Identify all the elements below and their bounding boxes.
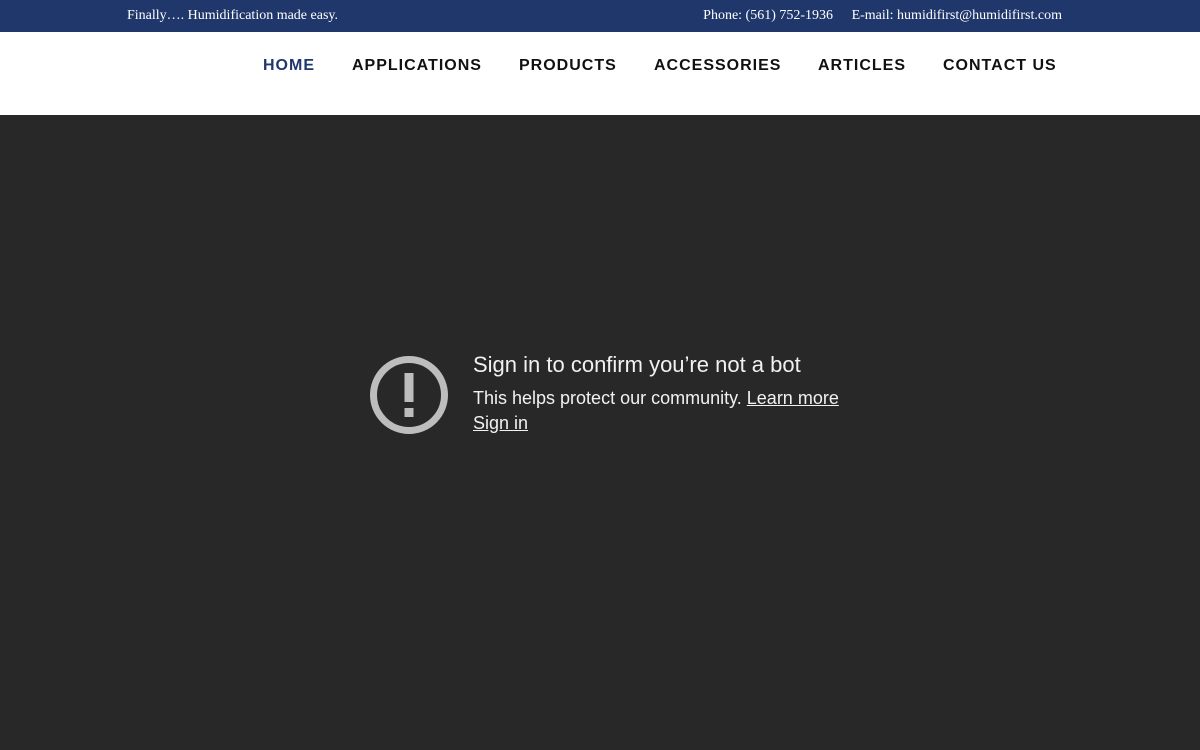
top-info-bar: Finally…. Humidification made easy. Phon… — [0, 0, 1200, 32]
tagline: Finally…. Humidification made easy. — [127, 8, 338, 23]
nav-accessories[interactable]: ACCESSORIES — [654, 57, 781, 75]
contact-info: Phone: (561) 752-1936 E-mail: humidifirs… — [703, 8, 1062, 24]
nav-products[interactable]: PRODUCTS — [519, 57, 617, 75]
nav-contact-us[interactable]: CONTACT US — [943, 57, 1057, 75]
nav-home[interactable]: HOME — [263, 57, 315, 75]
bot-check-title: Sign in to confirm you’re not a bot — [473, 352, 801, 377]
learn-more-link[interactable]: Learn more — [747, 388, 839, 408]
main-navigation: HOME APPLICATIONS PRODUCTS ACCESSORIES A… — [0, 32, 1200, 115]
nav-articles[interactable]: ARTICLES — [818, 57, 906, 75]
alert-circle-icon — [370, 356, 448, 434]
sign-in-link[interactable]: Sign in — [473, 413, 528, 433]
phone-number[interactable]: Phone: (561) 752-1936 — [703, 8, 833, 23]
bot-check-text: This helps protect our community. — [473, 388, 747, 408]
bot-check-body: This helps protect our community. Learn … — [473, 386, 839, 436]
nav-applications[interactable]: APPLICATIONS — [352, 57, 482, 75]
email-address[interactable]: E-mail: humidifirst@humidifirst.com — [852, 8, 1062, 23]
video-embed: Sign in to confirm you’re not a bot This… — [0, 115, 1200, 750]
bot-check-message: Sign in to confirm you’re not a bot This… — [473, 351, 839, 436]
